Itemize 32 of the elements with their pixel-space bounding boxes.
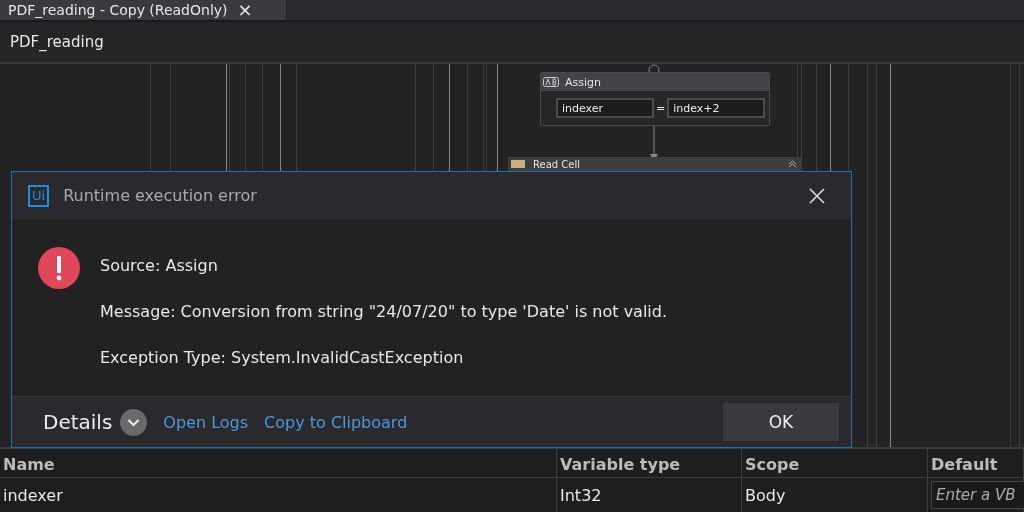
- column-header[interactable]: Variable type: [560, 455, 681, 474]
- read-cell-activity[interactable]: Read Cell: [508, 157, 801, 171]
- equals-sign: =: [656, 101, 666, 115]
- document-tab[interactable]: PDF_reading - Copy (ReadOnly) ×: [0, 0, 286, 20]
- error-text: Exception Type: System.InvalidCastException: [100, 348, 465, 368]
- table-icon: [511, 160, 525, 168]
- error-text: Message: Conversion from string "24/07/20" to type 'Date' is not valid.: [100, 302, 668, 322]
- column-header[interactable]: Scope: [745, 455, 800, 474]
- workflow-title: PDF_reading: [10, 33, 104, 51]
- assign-activity[interactable]: Assign indexer = index+2: [540, 72, 770, 126]
- default-value-field[interactable]: Enter a VB: [931, 481, 1024, 509]
- app-logo: Ui: [28, 184, 50, 207]
- link[interactable]: Copy to Clipboard: [264, 412, 408, 432]
- assign-icon: [543, 77, 559, 87]
- assign-to-field[interactable]: indexer: [556, 98, 654, 118]
- error-text: Source: Assign: [100, 256, 219, 276]
- table-cell: Body: [745, 485, 786, 505]
- column-header[interactable]: Default: [931, 455, 998, 474]
- activity-title: Assign: [565, 75, 601, 89]
- dialog-title: Runtime execution error: [63, 186, 257, 205]
- link[interactable]: Open Logs: [163, 412, 249, 432]
- column-header[interactable]: Name: [3, 455, 55, 474]
- collapse-icon[interactable]: [788, 160, 797, 168]
- close-icon[interactable]: [808, 186, 826, 205]
- ok-button[interactable]: OK: [723, 403, 839, 441]
- table-cell: Int32: [560, 485, 602, 505]
- activity-title: Read Cell: [533, 158, 580, 170]
- assign-value-field[interactable]: index+2: [667, 98, 766, 118]
- table-cell: indexer: [3, 485, 63, 505]
- close-icon[interactable]: ×: [237, 0, 253, 20]
- details-toggle[interactable]: Details: [43, 408, 148, 436]
- error-icon: [38, 247, 80, 289]
